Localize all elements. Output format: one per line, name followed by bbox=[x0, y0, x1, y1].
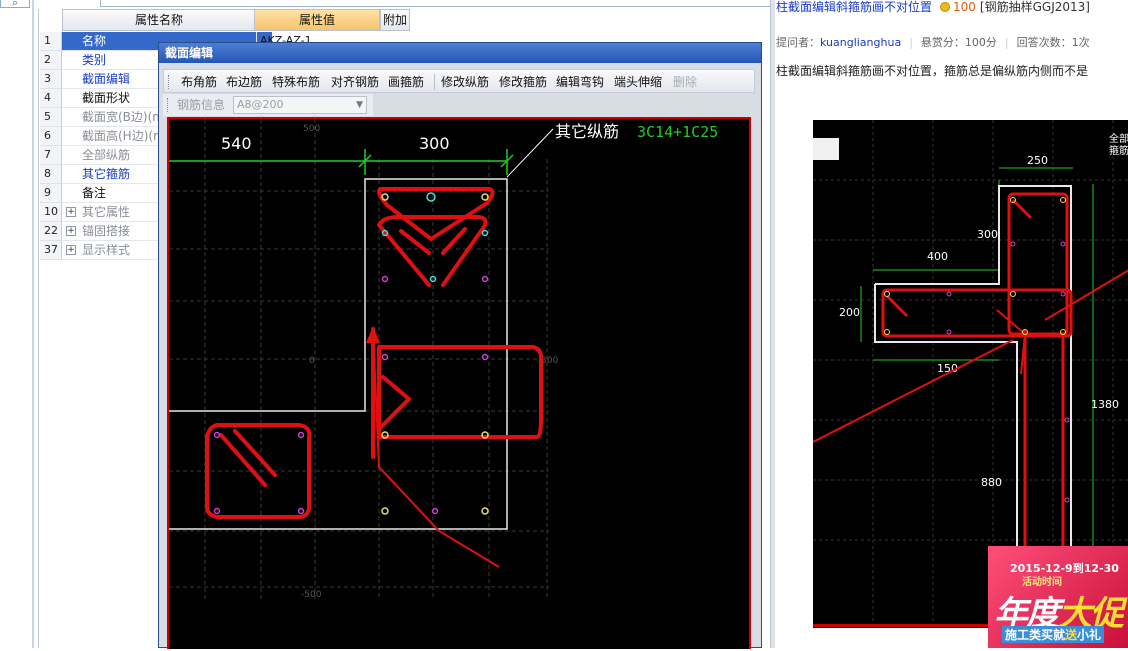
property-name-text: 名称 bbox=[82, 34, 107, 48]
svg-text:250: 250 bbox=[1027, 154, 1048, 167]
answers-label: 回答次数：1次 bbox=[1016, 36, 1090, 49]
axis-label: 500 bbox=[303, 124, 320, 134]
expand-icon[interactable]: + bbox=[66, 207, 76, 217]
section-canvas[interactable]: 500 0 300 -500 540 300 其它纵筋 3C14+1C25 bbox=[167, 117, 751, 649]
property-name-text: 截面形状 bbox=[82, 91, 131, 105]
section-edit-dialog: 截面编辑 布角筋 布边筋 特殊布筋 对齐钢筋 画箍筋 修改纵筋 修改箍筋 编辑弯… bbox=[158, 42, 762, 649]
row-number: 37 bbox=[40, 241, 62, 260]
section-drawing[interactable]: 500 0 300 -500 540 300 其它纵筋 3C14+1C25 bbox=[169, 119, 749, 651]
row-number: 2 bbox=[40, 51, 62, 70]
axis-label: 0 bbox=[309, 356, 315, 366]
tool-corner-rebar[interactable]: 布角筋 bbox=[181, 73, 217, 91]
svg-text:200: 200 bbox=[839, 306, 860, 319]
dim-label-300: 300 bbox=[419, 134, 450, 153]
rebar-dots bbox=[884, 197, 1070, 503]
header-extra[interactable]: 附加 bbox=[380, 9, 410, 31]
author-label: 提问者： bbox=[776, 36, 820, 49]
toolbar-separator bbox=[434, 74, 435, 90]
annotation-arrows bbox=[813, 269, 1128, 443]
expand-icon[interactable]: + bbox=[66, 226, 76, 236]
question-meta: 提问者：kuanglianghua | 悬赏分：100分 | 回答次数：1次 bbox=[776, 36, 1090, 49]
tool-end-stretch[interactable]: 端头伸缩 bbox=[614, 73, 662, 91]
tool-modify-rebar[interactable]: 修改纵筋 bbox=[441, 73, 489, 91]
question-title[interactable]: 柱截面编辑斜箍筋画不对位置 bbox=[776, 0, 932, 14]
rebar-info-label: 钢筋信息 bbox=[177, 98, 226, 112]
property-name-text: 备注 bbox=[82, 186, 107, 200]
axis-label: -500 bbox=[301, 590, 322, 600]
left-strip: ⌕ bbox=[0, 0, 36, 648]
search-icon[interactable]: ⌕ bbox=[12, 0, 18, 10]
svg-text:1380: 1380 bbox=[1091, 398, 1119, 411]
dim-label-540: 540 bbox=[221, 134, 252, 153]
row-number: 7 bbox=[40, 146, 62, 165]
corner-label: 箍筋 bbox=[1109, 144, 1128, 157]
rebar-info-select[interactable]: A8@200 ▼ bbox=[233, 96, 367, 114]
coin-icon bbox=[940, 2, 951, 12]
question-title-row: 柱截面编辑斜箍筋画不对位置 100 [钢筋抽样GGJ2013] bbox=[776, 0, 1090, 14]
rebar-dots bbox=[213, 192, 489, 515]
row-number: 10 bbox=[40, 203, 62, 222]
grid-border bbox=[38, 9, 39, 648]
corner-label: 全部 bbox=[1109, 132, 1128, 145]
divider bbox=[32, 0, 34, 648]
axis-label: 300 bbox=[541, 356, 558, 366]
tool-modify-stirrup[interactable]: 修改箍筋 bbox=[499, 73, 547, 91]
row-number: 5 bbox=[40, 108, 62, 127]
svg-text:400: 400 bbox=[927, 250, 948, 263]
row-number: 4 bbox=[40, 89, 62, 108]
tool-edit-hook[interactable]: 编辑弯钩 bbox=[556, 73, 604, 91]
author-link[interactable]: kuanglianghua bbox=[820, 36, 901, 49]
property-name-text: 其它属性 bbox=[82, 205, 131, 219]
promo-slogan: 施工类买就送小礼 bbox=[1002, 626, 1105, 643]
svg-text:880: 880 bbox=[981, 476, 1002, 489]
dialog-title[interactable]: 截面编辑 bbox=[159, 43, 761, 63]
header-value[interactable]: 属性值 bbox=[254, 9, 380, 31]
property-name-text: 其它箍筋 bbox=[82, 167, 131, 181]
property-name-text: 显示样式 bbox=[82, 243, 131, 257]
promo-banner[interactable]: 2015-12-9到12-30 活动时间 年度大促 施工类买就送小礼 bbox=[988, 546, 1128, 648]
tool-delete[interactable]: 删除 bbox=[673, 73, 697, 91]
tool-draw-stirrup[interactable]: 画箍筋 bbox=[388, 73, 424, 91]
rebar-info-value: A8@200 bbox=[237, 98, 284, 111]
property-name-text: 截面编辑 bbox=[82, 72, 131, 86]
bounty-label: 悬赏分：100分 bbox=[920, 36, 997, 49]
other-rebar-value: 3C14+1C25 bbox=[637, 123, 718, 141]
expand-icon[interactable]: + bbox=[66, 245, 76, 255]
other-rebar-label: 其它纵筋 bbox=[555, 122, 619, 141]
row-number: 3 bbox=[40, 70, 62, 89]
row-number: 9 bbox=[40, 184, 62, 203]
column-outline bbox=[169, 178, 508, 530]
top-field[interactable] bbox=[100, 0, 800, 7]
chevron-down-icon[interactable] bbox=[813, 138, 839, 160]
chevron-down-icon[interactable]: ▼ bbox=[356, 97, 363, 113]
property-name-text: 锚固搭接 bbox=[82, 224, 131, 238]
row-number: 6 bbox=[40, 127, 62, 146]
toolbar-grip[interactable] bbox=[168, 75, 171, 89]
toolbar: 布角筋 布边筋 特殊布筋 对齐钢筋 画箍筋 修改纵筋 修改箍筋 编辑弯钩 端头伸… bbox=[163, 69, 755, 93]
toolbar-grip[interactable] bbox=[167, 98, 170, 112]
leader-line bbox=[506, 128, 554, 178]
property-name-text: 类别 bbox=[82, 53, 107, 67]
svg-text:300: 300 bbox=[977, 228, 998, 241]
row-number: 1 bbox=[40, 32, 62, 51]
tool-special-rebar[interactable]: 特殊布筋 bbox=[272, 73, 320, 91]
question-body: 柱截面编辑斜箍筋画不对位置，箍筋总是偏纵筋内侧而不是 bbox=[776, 64, 1089, 78]
row-number: 22 bbox=[40, 222, 62, 241]
question-points: 100 bbox=[953, 0, 976, 14]
property-name-text: 全部纵筋 bbox=[82, 148, 131, 162]
tool-align-rebar[interactable]: 对齐钢筋 bbox=[331, 73, 379, 91]
page-divider bbox=[770, 0, 775, 648]
tool-edge-rebar[interactable]: 布边筋 bbox=[226, 73, 262, 91]
question-tag[interactable]: [钢筋抽样GGJ2013] bbox=[980, 0, 1090, 14]
dimension-labels: 250 300 400 200 150 880 1380 bbox=[839, 154, 1119, 489]
row-number: 8 bbox=[40, 165, 62, 184]
rebar-info-bar: 钢筋信息 A8@200 ▼ bbox=[163, 94, 373, 116]
header-name[interactable]: 属性名称 bbox=[62, 9, 256, 31]
